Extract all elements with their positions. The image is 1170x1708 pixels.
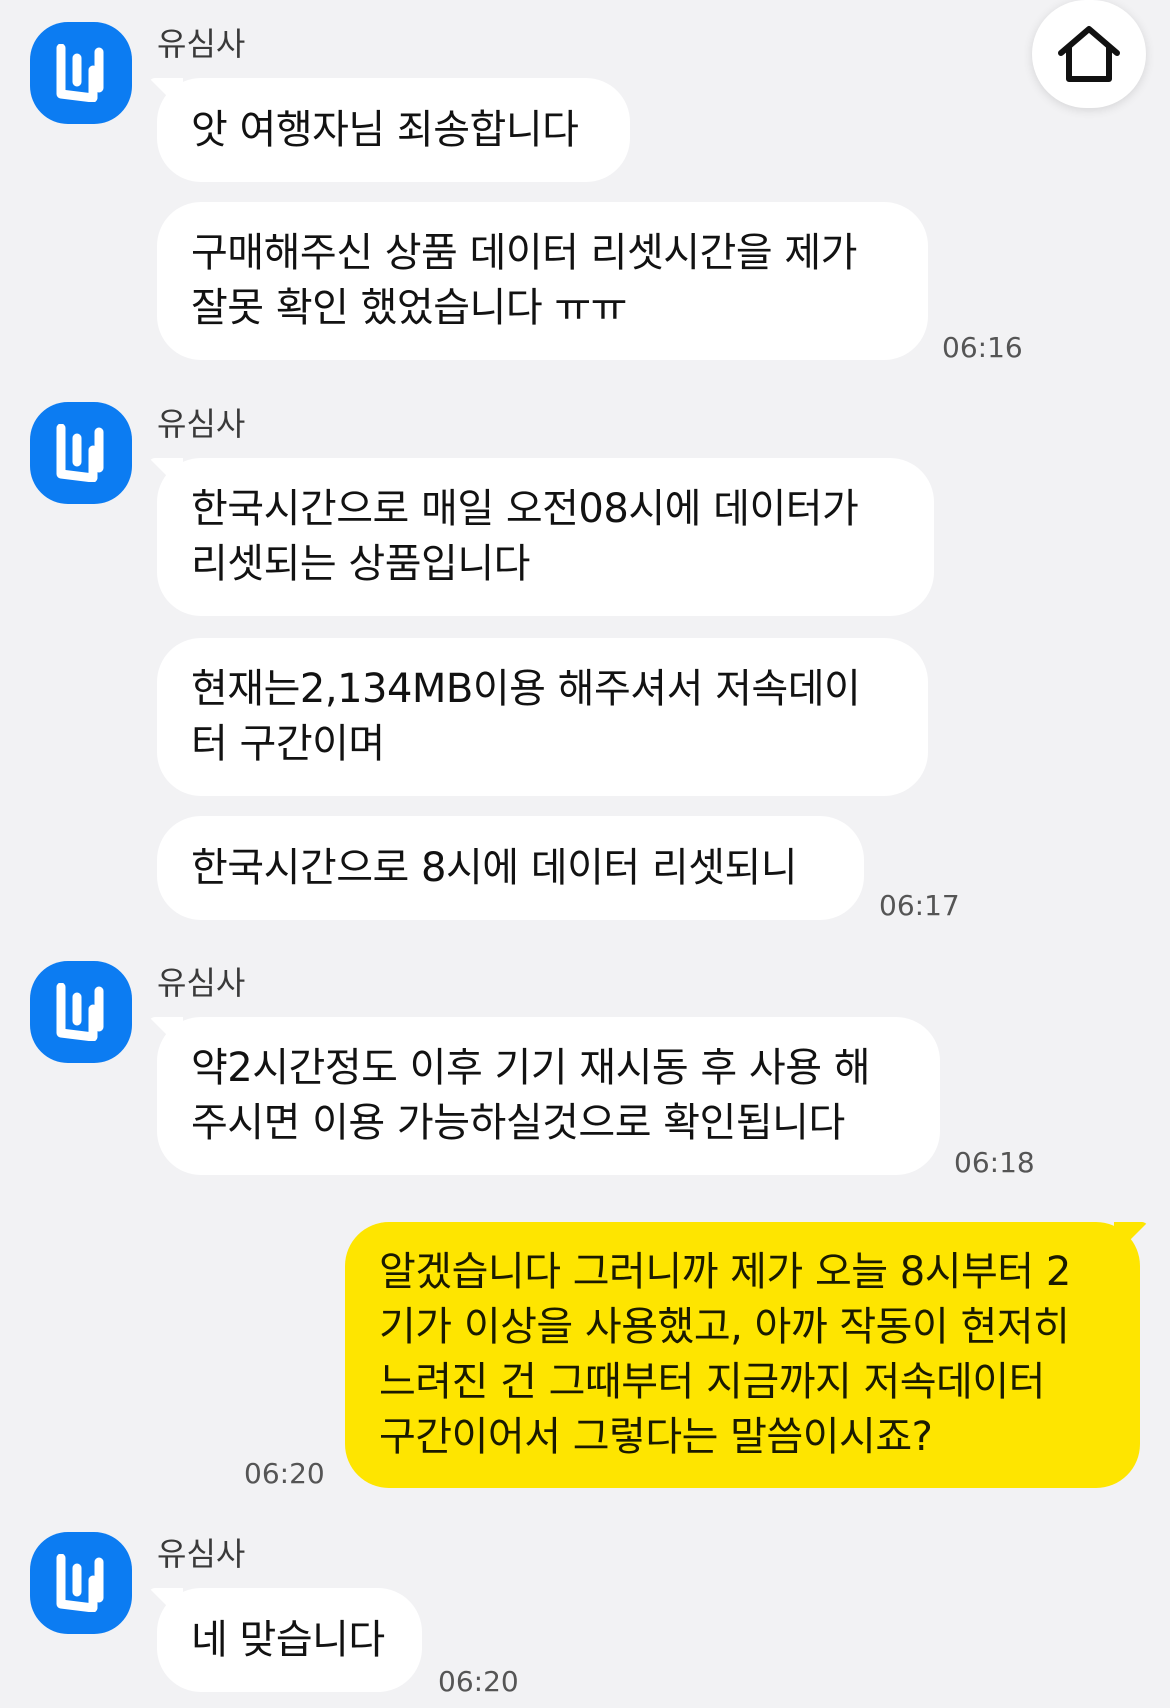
message-bubble[interactable]: 구매해주신 상품 데이터 리셋시간을 제가 잘못 확인 했었습니다 ㅠㅠ — [157, 202, 928, 360]
sender-name: 유심사 — [157, 25, 246, 63]
home-button[interactable] — [1032, 0, 1146, 108]
sender-name: 유심사 — [157, 405, 246, 443]
avatar[interactable] — [30, 402, 132, 504]
message-bubble[interactable]: 한국시간으로 매일 오전08시에 데이터가 리셋되는 상품입니다 — [157, 458, 934, 616]
message-time: 06:16 — [942, 331, 1023, 364]
message-text: 앗 여행자님 죄송합니다 — [191, 106, 579, 153]
message-text: 알겠습니다 그러니까 제가 오늘 8시부터 2 기가 이상을 사용했고, 아까 … — [379, 1249, 1071, 1460]
message-bubble[interactable]: 약2시간정도 이후 기기 재시동 후 사용 해 주시면 이용 가능하실것으로 확… — [157, 1017, 940, 1175]
usimsa-logo-icon — [56, 424, 104, 482]
message-text: 약2시간정도 이후 기기 재시동 후 사용 해 주시면 이용 가능하실것으로 확… — [191, 1045, 871, 1146]
sender-name: 유심사 — [157, 964, 246, 1002]
message-time: 06:17 — [879, 889, 960, 922]
message-text: 현재는2,134MB이용 해주셔서 저속데이 터 구간이며 — [191, 666, 861, 767]
message-text: 한국시간으로 8시에 데이터 리셋되니 — [191, 844, 798, 891]
avatar[interactable] — [30, 1532, 132, 1634]
message-bubble[interactable]: 현재는2,134MB이용 해주셔서 저속데이 터 구간이며 — [157, 638, 928, 796]
sender-name: 유심사 — [157, 1535, 246, 1573]
usimsa-logo-icon — [56, 983, 104, 1041]
message-bubble[interactable]: 앗 여행자님 죄송합니다 — [157, 78, 630, 182]
message-text: 한국시간으로 매일 오전08시에 데이터가 리셋되는 상품입니다 — [191, 486, 859, 587]
avatar[interactable] — [30, 961, 132, 1063]
message-time: 06:20 — [438, 1665, 519, 1698]
message-bubble[interactable]: 한국시간으로 8시에 데이터 리셋되니 — [157, 816, 864, 920]
usimsa-logo-icon — [56, 1554, 104, 1612]
chat-view: 유심사 앗 여행자님 죄송합니다 구매해주신 상품 데이터 리셋시간을 제가 잘… — [0, 0, 1170, 1708]
message-time: 06:18 — [954, 1146, 1035, 1179]
my-message-bubble[interactable]: 알겠습니다 그러니까 제가 오늘 8시부터 2 기가 이상을 사용했고, 아까 … — [345, 1222, 1140, 1488]
message-bubble[interactable]: 네 맞습니다 — [157, 1588, 422, 1692]
avatar[interactable] — [30, 22, 132, 124]
message-text: 구매해주신 상품 데이터 리셋시간을 제가 잘못 확인 했었습니다 ㅠㅠ — [191, 230, 857, 331]
usimsa-logo-icon — [56, 44, 104, 102]
home-icon — [1058, 26, 1120, 82]
message-text: 네 맞습니다 — [191, 1616, 385, 1663]
message-time: 06:20 — [244, 1457, 325, 1490]
